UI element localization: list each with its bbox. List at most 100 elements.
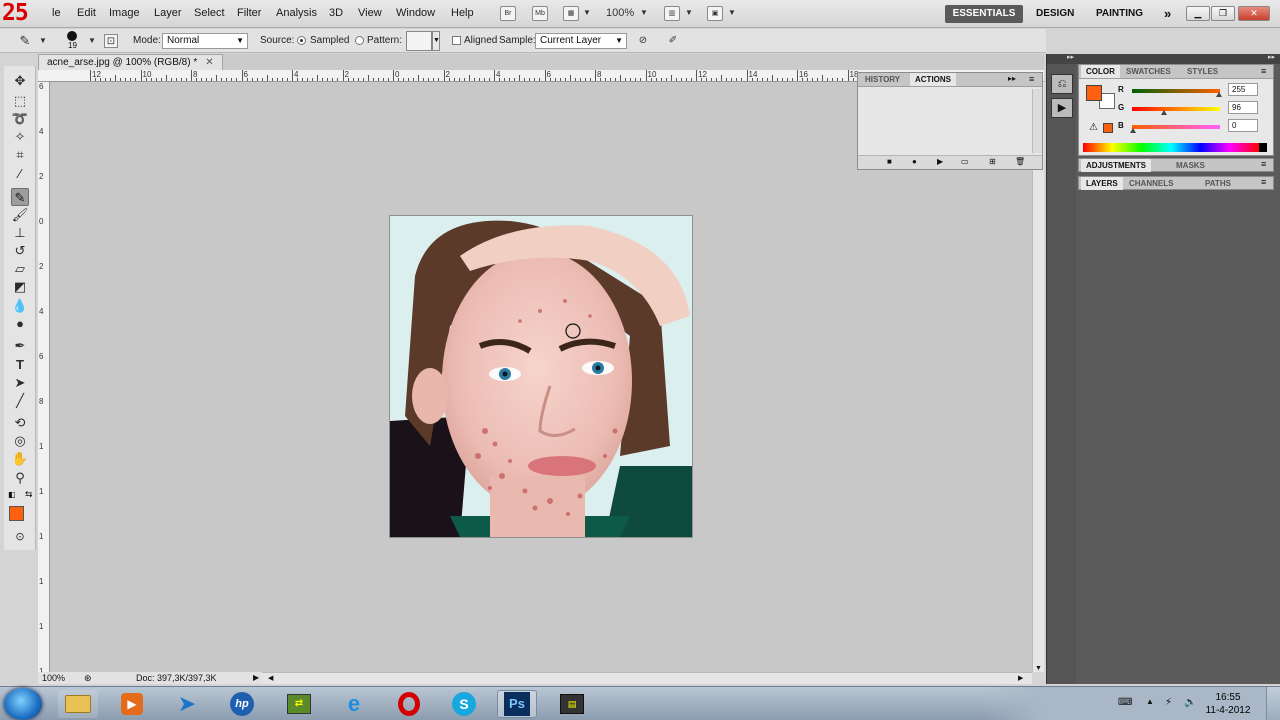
- collapse-icon[interactable]: ▸▸: [1067, 53, 1074, 61]
- blue-channel-value[interactable]: 0: [1228, 119, 1258, 132]
- clone-stamp-tool-icon[interactable]: ⊥: [11, 224, 29, 242]
- minimize-button[interactable]: ▁: [1186, 6, 1210, 21]
- tab-channels[interactable]: CHANNELS: [1124, 177, 1178, 190]
- hp-icon[interactable]: hp: [222, 690, 262, 718]
- sampled-radio[interactable]: [297, 36, 306, 45]
- actions-panel-icon[interactable]: ▶: [1051, 98, 1073, 118]
- healing-brush-tool-icon[interactable]: ✎: [18, 34, 32, 48]
- skype-icon[interactable]: S: [444, 690, 484, 718]
- menu-view[interactable]: View: [358, 7, 382, 19]
- tab-color[interactable]: COLOR: [1081, 65, 1120, 78]
- workspace-more[interactable]: »: [1164, 5, 1171, 23]
- tab-paths[interactable]: PATHS: [1200, 177, 1236, 190]
- menu-help[interactable]: Help: [451, 7, 474, 19]
- spectrum-black-swatch[interactable]: [1259, 143, 1267, 152]
- network-icon[interactable]: ⚡: [1165, 697, 1172, 708]
- pattern-radio[interactable]: [355, 36, 364, 45]
- tablet-pressure-icon[interactable]: ✐: [666, 34, 680, 48]
- green-channel-slider[interactable]: [1132, 107, 1220, 111]
- keyboard-icon[interactable]: ⌨: [1118, 697, 1132, 708]
- scroll-down-icon[interactable]: ▼: [1035, 665, 1042, 672]
- bridge-icon[interactable]: Br: [500, 6, 516, 21]
- restore-button[interactable]: ❐: [1211, 6, 1235, 21]
- aligned-checkbox[interactable]: [452, 36, 461, 45]
- volume-icon[interactable]: 🔊: [1184, 697, 1196, 708]
- clock[interactable]: 16:55 11-4-2012: [1203, 691, 1253, 717]
- foreground-color-swatch[interactable]: [9, 506, 24, 521]
- collapse-icon[interactable]: ▸▸: [1268, 53, 1275, 61]
- type-tool-icon[interactable]: T: [11, 356, 29, 374]
- mode-select[interactable]: Normal ▼: [162, 33, 248, 49]
- lasso-tool-icon[interactable]: ➰: [11, 110, 29, 128]
- terminal-icon[interactable]: ▤: [552, 690, 592, 718]
- panel-menu-icon[interactable]: ≡: [1261, 177, 1266, 187]
- document-tab[interactable]: acne_arse.jpg @ 100% (RGB/8) * ✕: [38, 54, 223, 70]
- panel-menu-icon[interactable]: ≡: [1261, 159, 1266, 169]
- status-menu-arrow-icon[interactable]: ▶: [253, 672, 259, 684]
- menu-edit[interactable]: Edit: [77, 7, 96, 19]
- paint-bucket-tool-icon[interactable]: ◩: [11, 278, 29, 296]
- scroll-right-icon[interactable]: ▶: [1018, 674, 1023, 682]
- status-preview-icon[interactable]: ⊛: [84, 672, 92, 684]
- path-select-tool-icon[interactable]: ➤: [11, 374, 29, 392]
- color-spectrum-bar[interactable]: [1083, 143, 1259, 152]
- new-set-icon[interactable]: ▭: [961, 157, 969, 166]
- chevron-down-icon[interactable]: ▼: [36, 34, 50, 48]
- blue-channel-slider[interactable]: [1132, 125, 1220, 129]
- chevron-down-icon[interactable]: ▼: [640, 8, 648, 17]
- green-slider-thumb[interactable]: [1161, 110, 1167, 115]
- ignore-adjustment-layers-icon[interactable]: ⊘: [636, 34, 650, 48]
- green-channel-value[interactable]: 96: [1228, 101, 1258, 114]
- 3d-rotate-tool-icon[interactable]: ⟲: [11, 414, 29, 432]
- document-image[interactable]: [390, 216, 692, 537]
- dock-header[interactable]: ▸▸: [1076, 54, 1280, 64]
- menu-window[interactable]: Window: [396, 7, 435, 19]
- zoom-level[interactable]: 100%: [606, 7, 634, 19]
- panel-menu-icon[interactable]: ≡: [1029, 74, 1034, 84]
- red-channel-slider[interactable]: [1132, 89, 1220, 93]
- red-channel-value[interactable]: 255: [1228, 83, 1258, 96]
- default-colors-icon[interactable]: ◧: [8, 490, 16, 499]
- scroll-left-icon[interactable]: ◀: [268, 674, 273, 682]
- chevron-down-icon[interactable]: ▼: [432, 31, 440, 51]
- arrow-app-icon[interactable]: ➤: [167, 690, 207, 718]
- media-player-icon[interactable]: ▶: [112, 690, 152, 718]
- zoom-status[interactable]: 100%: [42, 672, 65, 684]
- arrange-documents-icon[interactable]: ▥: [664, 6, 680, 21]
- history-panel-icon[interactable]: ⎌: [1051, 74, 1073, 94]
- internet-explorer-icon[interactable]: e: [334, 690, 374, 718]
- eraser-tool-icon[interactable]: ▱: [11, 260, 29, 278]
- red-slider-thumb[interactable]: [1216, 92, 1222, 97]
- opera-icon[interactable]: [389, 690, 429, 718]
- marquee-tool-icon[interactable]: ⬚: [11, 92, 29, 110]
- hand-tool-icon[interactable]: ✋: [11, 450, 29, 468]
- menu-layer[interactable]: Layer: [154, 7, 182, 19]
- brush-tip-icon[interactable]: [67, 31, 77, 41]
- blur-tool-icon[interactable]: 💧: [11, 297, 29, 315]
- horizontal-scrollbar[interactable]: ◀ ▶: [262, 672, 1032, 684]
- workspace-essentials[interactable]: ESSENTIALS: [945, 5, 1023, 23]
- menu-file[interactable]: le: [52, 7, 61, 19]
- history-brush-tool-icon[interactable]: ↺: [11, 242, 29, 260]
- record-icon[interactable]: ●: [912, 157, 917, 166]
- menu-image[interactable]: Image: [109, 7, 140, 19]
- sample-select[interactable]: Current Layer ▼: [535, 33, 627, 49]
- swap-colors-icon[interactable]: ⇆: [25, 489, 33, 500]
- show-desktop-button[interactable]: [1266, 687, 1280, 720]
- menu-analysis[interactable]: Analysis: [276, 7, 317, 19]
- dodge-tool-icon[interactable]: ●: [11, 315, 29, 333]
- history-scrollbar[interactable]: [1032, 89, 1042, 153]
- screen-mode-icon[interactable]: ▣: [707, 6, 723, 21]
- chevron-down-icon[interactable]: ▼: [85, 34, 99, 48]
- 3d-orbit-tool-icon[interactable]: ◎: [11, 432, 29, 450]
- panel-menu-icon[interactable]: ≡: [1261, 66, 1266, 76]
- clone-source-panel-icon[interactable]: ⊡: [104, 34, 118, 48]
- minibridge-icon[interactable]: Mb: [532, 6, 548, 21]
- trash-icon[interactable]: 🗑: [1015, 157, 1025, 166]
- play-icon[interactable]: ▶: [937, 157, 943, 166]
- utility-icon[interactable]: ⇄: [279, 690, 319, 718]
- workspace-design[interactable]: DESIGN: [1036, 5, 1074, 23]
- photoshop-taskbar-button[interactable]: Ps: [497, 690, 537, 718]
- healing-brush-tool-icon[interactable]: ✎: [11, 188, 29, 206]
- chevron-down-icon[interactable]: ▼: [728, 8, 736, 17]
